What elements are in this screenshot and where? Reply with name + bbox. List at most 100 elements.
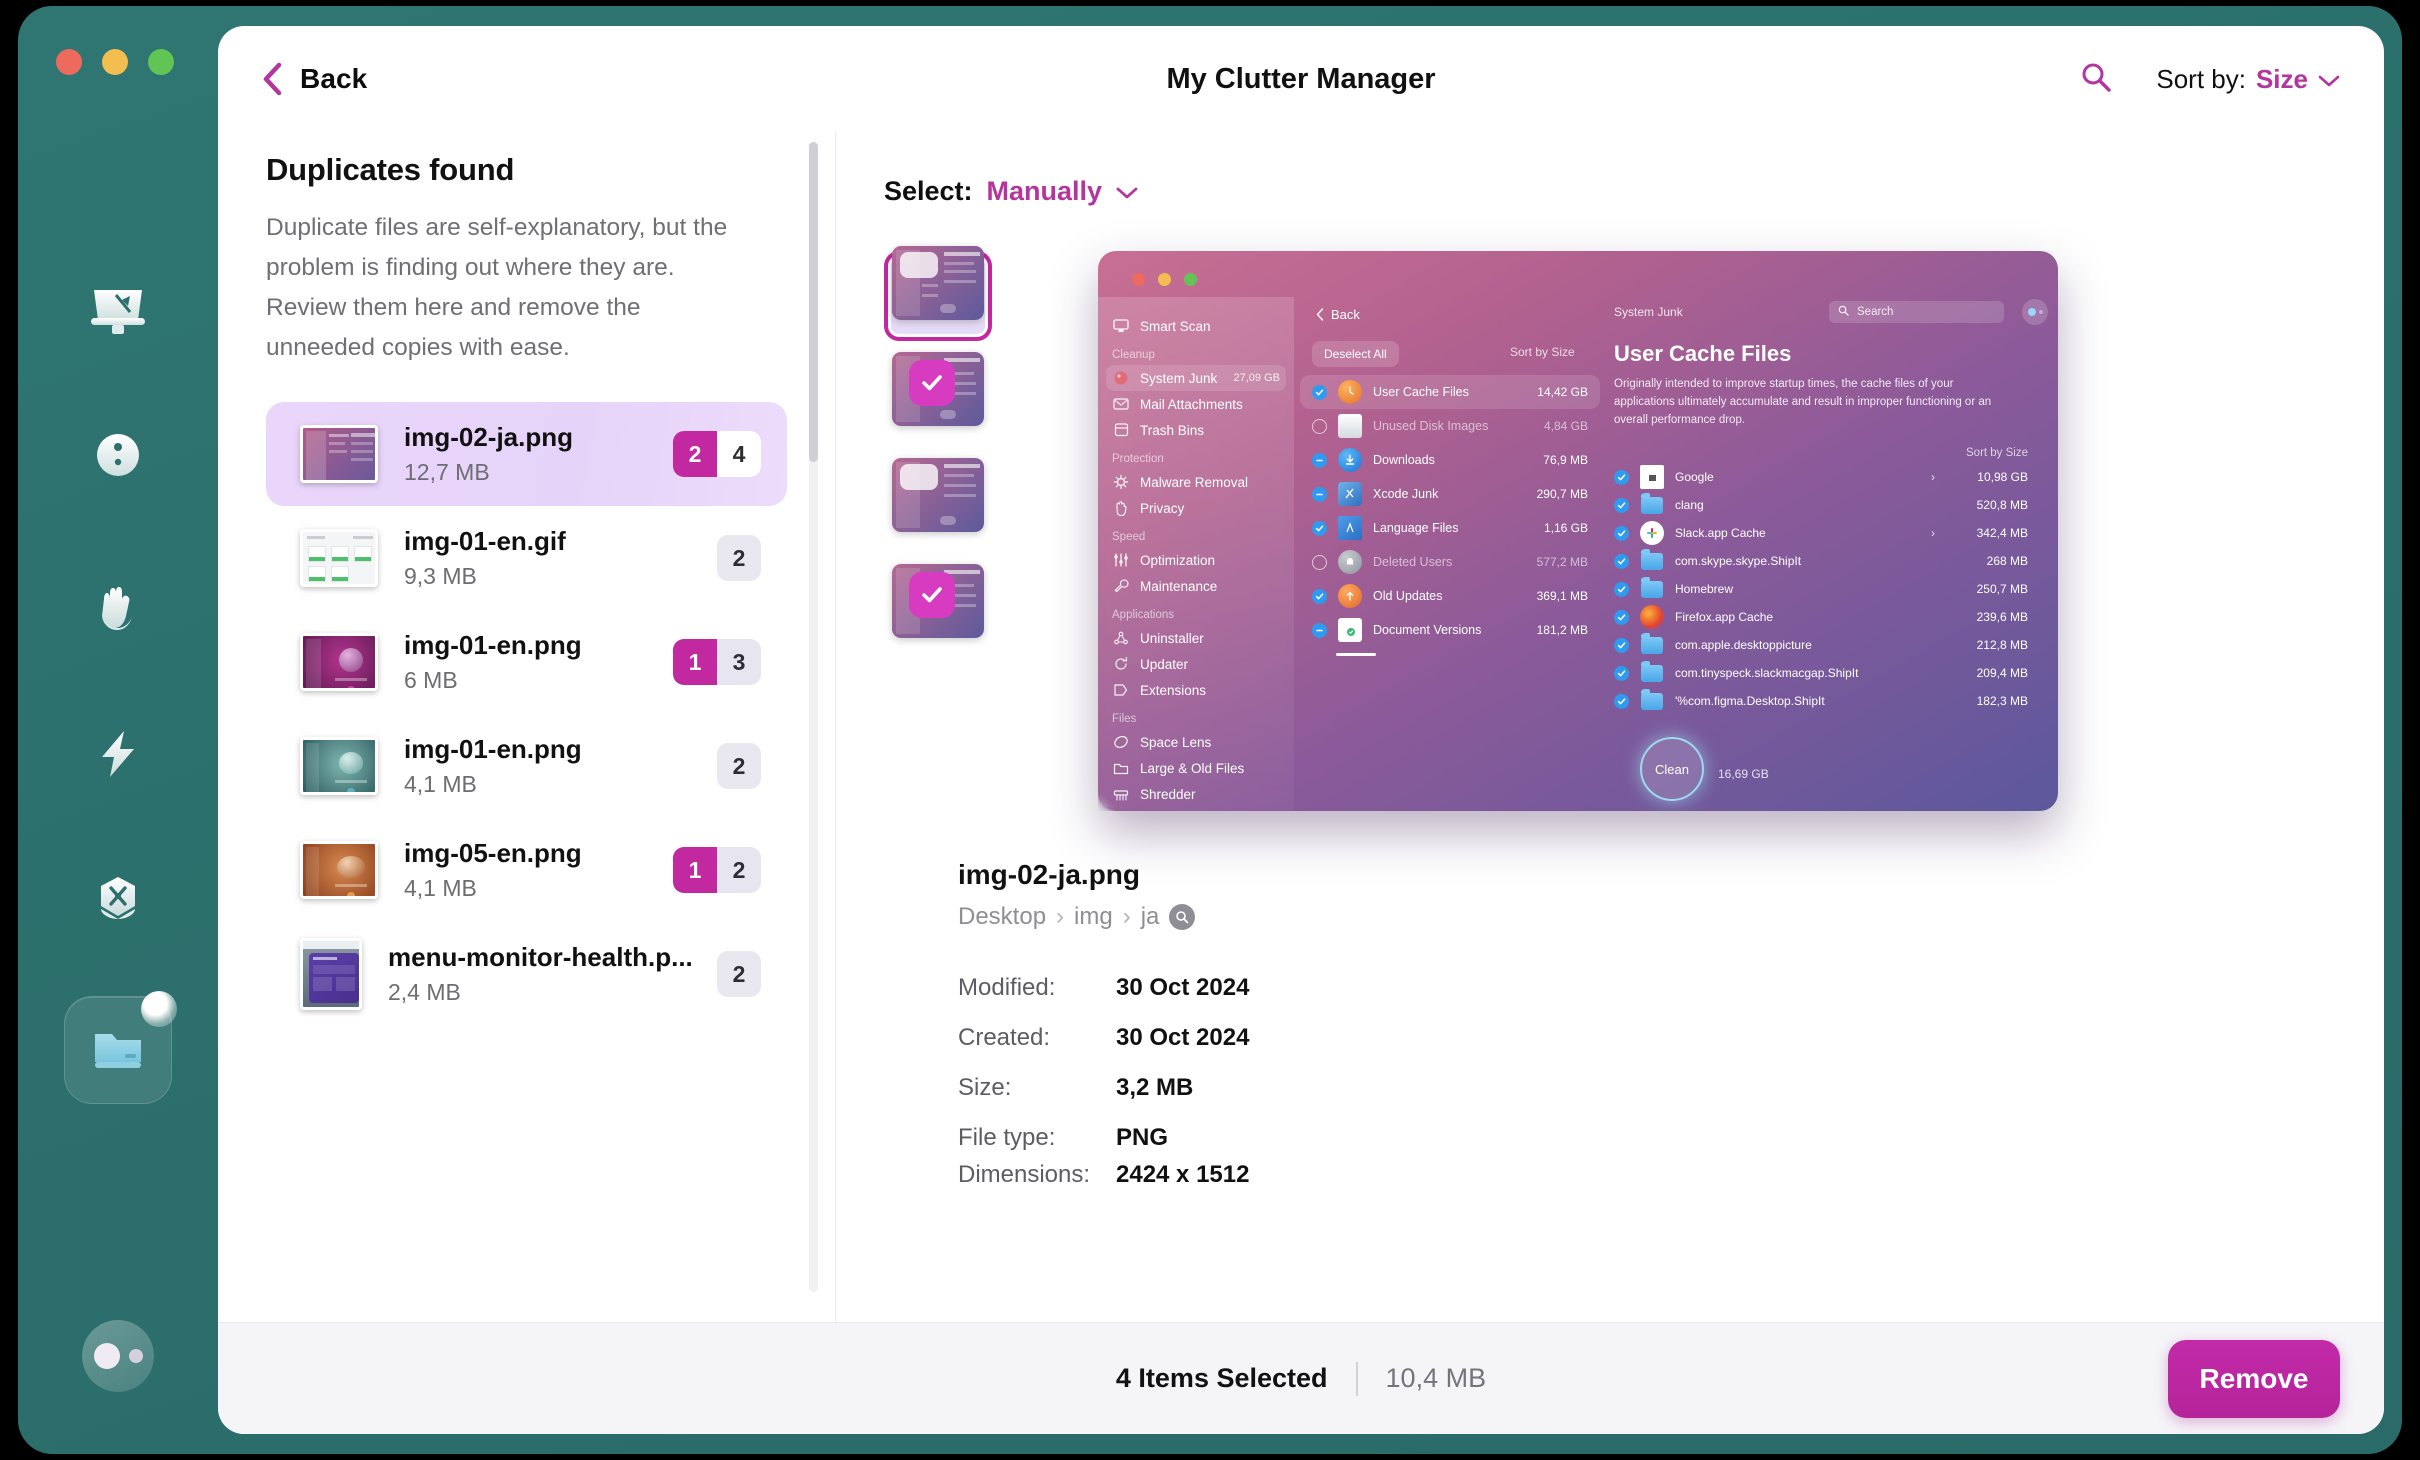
chevron-down-icon xyxy=(2318,64,2340,95)
preview-sidebar-label: Malware Removal xyxy=(1140,474,1249,490)
preview-sidebar-item: Large & Old Files xyxy=(1098,755,1294,781)
flag-icon xyxy=(1338,516,1362,540)
search-icon[interactable] xyxy=(2080,61,2112,98)
preview-sidebar-item: Extensions xyxy=(1098,677,1294,703)
pane-title: Duplicates found xyxy=(266,152,515,187)
extensions-icon xyxy=(1112,683,1130,697)
file-thumbnail xyxy=(300,841,378,899)
chevron-right-icon: › xyxy=(1931,526,1935,540)
file-name: img-01-en.png xyxy=(404,630,582,660)
thumbnail-checkmark-icon xyxy=(909,572,955,618)
table-row[interactable]: img-02-ja.png 12,7 MB 2 4 xyxy=(266,402,787,506)
preview-file-size: 209,4 MB xyxy=(1976,666,2028,680)
preview-file-label: com.skype.skype.ShipIt xyxy=(1675,554,1802,568)
uninstall-icon xyxy=(1112,630,1130,646)
thumbnail-item-2[interactable] xyxy=(884,352,992,447)
checkbox-checked-icon xyxy=(1614,497,1629,513)
thumbnail-item-1[interactable] xyxy=(884,246,992,341)
bug-icon xyxy=(90,429,146,487)
remove-button[interactable]: Remove xyxy=(2168,1339,2340,1418)
breadcrumb-item-1[interactable]: img xyxy=(1074,903,1113,931)
table-row[interactable]: img-01-en.png 4,1 MB 2 xyxy=(266,714,787,818)
mail-icon xyxy=(1112,398,1130,410)
preview-category-row: Language Files 1,16 GB xyxy=(1300,511,1600,545)
back-label: Back xyxy=(300,63,368,94)
total-count-badge: 4 xyxy=(717,431,761,477)
folder-icon xyxy=(1640,633,1664,657)
thumbnail-item-3[interactable] xyxy=(884,458,992,553)
preview-category-label: Deleted Users xyxy=(1373,555,1453,569)
account-avatar[interactable] xyxy=(82,1320,154,1392)
preview-category-label: User Cache Files xyxy=(1373,385,1469,399)
dock-item-smart-scan[interactable] xyxy=(64,256,172,364)
reveal-icon[interactable] xyxy=(1169,904,1196,930)
page-title: My Clutter Manager xyxy=(1166,62,1436,95)
content-body: Duplicates found Duplicate files are sel… xyxy=(218,132,2384,1322)
total-count-badge: 2 xyxy=(717,951,761,997)
preview-file-row: Slack.app Cache › 342,4 MB xyxy=(1614,519,2042,547)
total-count-badge: 2 xyxy=(717,847,761,893)
file-thumbnail xyxy=(300,425,378,483)
dock-item-malware-removal[interactable] xyxy=(64,404,172,512)
monitor-icon xyxy=(1112,319,1130,333)
dock-item-applications[interactable] xyxy=(64,848,172,956)
selected-count-badge: 1 xyxy=(673,847,717,893)
folder-icon xyxy=(1640,493,1664,517)
preview-sidebar: Smart Scan Cleanup System Junk 27,09 GB xyxy=(1098,297,1294,811)
preview-file-size: 239,6 MB xyxy=(1976,610,2028,624)
table-row[interactable]: img-05-en.png 4,1 MB 1 2 xyxy=(266,818,787,922)
checkbox-checked-icon xyxy=(1312,520,1327,536)
preview-category-size: 290,7 MB xyxy=(1536,487,1588,501)
hexagon-tools-icon xyxy=(90,873,146,931)
preview-file-list: Google › 10,98 GB clang 520,8 MB Slack.a… xyxy=(1614,463,2042,715)
file-thumbnail xyxy=(300,633,378,691)
preview-area: Smart Scan Cleanup System Junk 27,09 GB xyxy=(884,246,2384,811)
table-row[interactable]: menu-monitor-health.p... 2,4 MB 2 xyxy=(266,922,787,1026)
count-badges: 2 xyxy=(717,743,761,789)
dock-item-files[interactable] xyxy=(64,991,177,1104)
preview-search-placeholder: Search xyxy=(1857,306,1894,318)
chevron-down-icon xyxy=(1116,176,1138,207)
lightning-icon xyxy=(90,725,146,783)
sort-by-control[interactable]: Sort by: Size xyxy=(2156,64,2340,95)
preview-sidebar-label: Optimization xyxy=(1140,552,1216,568)
back-button[interactable]: Back xyxy=(262,62,367,96)
detail-row: Created: 30 Oct 2024 xyxy=(958,1013,2384,1063)
table-row[interactable]: img-01-en.png 6 MB 1 3 xyxy=(266,610,787,714)
file-size: 4,1 MB xyxy=(404,875,477,901)
preview-sidebar-item: Malware Removal xyxy=(1098,469,1294,495)
thumbnail-item-4[interactable] xyxy=(884,564,992,659)
breadcrumb-item-0[interactable]: Desktop xyxy=(958,903,1046,931)
selection-summary: 4 Items Selected xyxy=(1115,1363,1328,1393)
count-badges: 1 3 xyxy=(673,639,761,685)
junk-icon xyxy=(1112,370,1130,386)
detail-key: Dimensions: xyxy=(958,1163,1091,1187)
preview-sidebar-section: Applications xyxy=(1112,609,1175,621)
dock-item-speed[interactable] xyxy=(64,700,172,808)
preview-category-label: Language Files xyxy=(1373,521,1459,535)
list-scrollbar[interactable] xyxy=(809,142,818,1292)
dock-item-privacy[interactable] xyxy=(64,552,172,660)
breadcrumb-item-2[interactable]: ja xyxy=(1141,903,1160,931)
dock-sidebar xyxy=(18,6,218,1454)
bug-icon xyxy=(1112,474,1130,490)
xcode-icon xyxy=(1338,482,1362,506)
large-preview[interactable]: Smart Scan Cleanup System Junk 27,09 GB xyxy=(1098,251,2058,811)
preview-paragraph: Originally intended to improve startup t… xyxy=(1614,378,1992,426)
preview-category-row: Xcode Junk 290,7 MB xyxy=(1300,477,1600,511)
preview-progress-line xyxy=(1336,653,1376,656)
select-mode-control[interactable]: Select: Manually xyxy=(884,176,2384,207)
detail-value: 2424 x 1512 xyxy=(1116,1163,1250,1187)
preview-sidebar-item: Privacy xyxy=(1098,495,1294,521)
preview-detail: System Junk Search User Cache Files Orig… xyxy=(1604,297,2058,811)
folder-icon xyxy=(1640,661,1664,685)
clock-user-icon xyxy=(1338,380,1362,404)
detail-row: Dimensions: 2424 x 1512 xyxy=(958,1163,2384,1187)
table-row[interactable]: img-01-en.gif 9,3 MB 2 xyxy=(266,506,787,610)
preview-file-row: com.apple.desktoppicture 212,8 MB xyxy=(1614,631,2042,659)
preview-sidebar-item: Shredder xyxy=(1098,781,1294,807)
scrollbar-thumb[interactable] xyxy=(809,142,818,462)
duplicate-thumbnails xyxy=(884,246,1024,811)
preview-category-size: 181,2 MB xyxy=(1536,623,1588,637)
hand-icon xyxy=(1112,500,1130,516)
